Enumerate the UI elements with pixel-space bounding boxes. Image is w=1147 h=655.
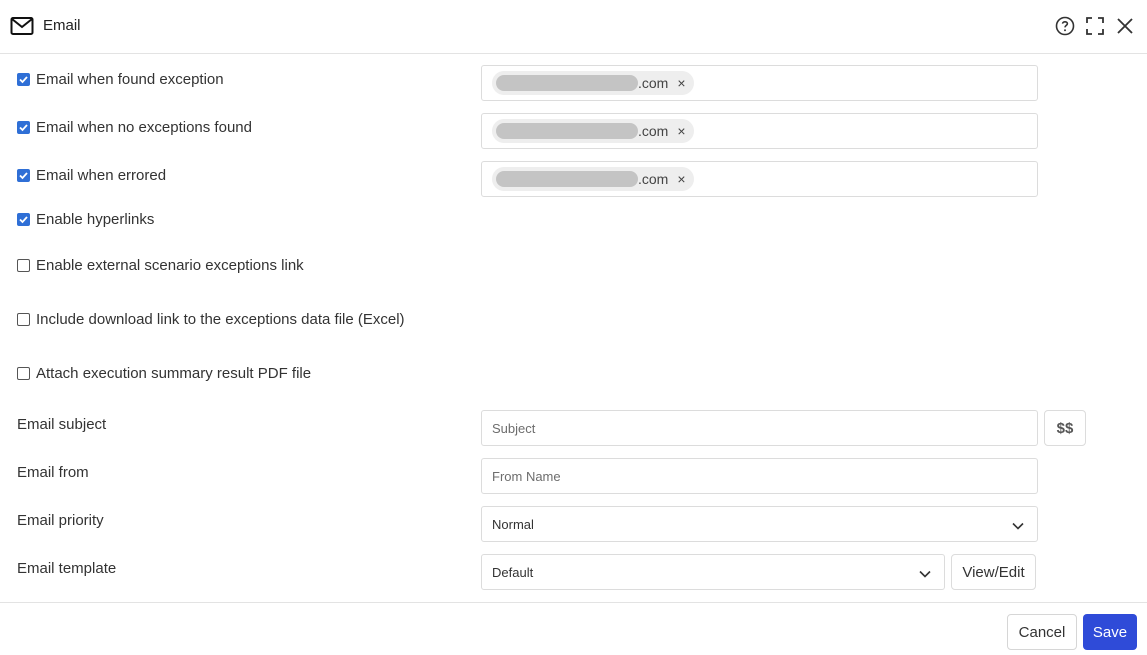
email-from-field — [481, 458, 1038, 494]
checkbox-unchecked[interactable] — [17, 313, 30, 326]
checkbox-unchecked[interactable] — [17, 367, 30, 380]
redacted-email — [496, 171, 638, 187]
recipient-chip: .com × — [492, 71, 694, 95]
redacted-email — [496, 75, 638, 91]
email-template-label: Email template — [17, 560, 117, 577]
checkbox-label: Email when errored — [36, 167, 167, 184]
chevron-down-icon — [918, 567, 932, 578]
checkbox-email-errored[interactable]: Email when errored — [17, 167, 166, 184]
checkbox-label: Enable hyperlinks — [36, 211, 155, 228]
recipient-domain: .com — [638, 171, 669, 187]
dialog-footer: Cancel Save — [0, 602, 1147, 655]
selected-value: Normal — [492, 516, 534, 532]
recipient-domain: .com — [638, 75, 669, 91]
checkbox-label: Enable external scenario exceptions link — [36, 257, 304, 274]
dialog-header: Email — [0, 0, 1147, 54]
checkbox-checked[interactable] — [17, 169, 30, 182]
checkbox-email-found-exception[interactable]: Email when found exception — [17, 71, 224, 88]
recipient-chip: .com × — [492, 167, 694, 191]
checkbox-email-no-exceptions[interactable]: Email when no exceptions found — [17, 119, 252, 136]
cancel-button[interactable]: Cancel — [1007, 614, 1077, 650]
remove-chip-icon[interactable]: × — [677, 171, 685, 187]
checkbox-external-scenario-link[interactable]: Enable external scenario exceptions link — [17, 257, 304, 274]
insert-variable-button[interactable]: $$ — [1044, 410, 1086, 446]
email-from-input[interactable] — [492, 459, 1037, 493]
selected-value: Default — [492, 564, 534, 580]
checkbox-label: Attach execution summary result PDF file — [36, 365, 312, 382]
save-button[interactable]: Save — [1083, 614, 1137, 650]
recipient-chip: .com × — [492, 119, 694, 143]
checkbox-label: Email when found exception — [36, 71, 224, 88]
view-edit-template-button[interactable]: View/Edit — [951, 554, 1036, 590]
dialog-title: Email — [43, 17, 81, 34]
email-subject-input[interactable] — [492, 411, 1037, 445]
recipient-domain: .com — [638, 123, 669, 139]
recipients-input-exception[interactable]: .com × — [481, 65, 1038, 101]
checkbox-enable-hyperlinks[interactable]: Enable hyperlinks — [17, 211, 154, 228]
email-subject-field — [481, 410, 1038, 446]
expand-icon[interactable] — [1083, 14, 1107, 38]
email-template-select[interactable]: Default — [481, 554, 945, 590]
checkbox-download-link-excel[interactable]: Include download link to the exceptions … — [17, 311, 405, 328]
close-icon[interactable] — [1113, 14, 1137, 38]
mail-icon — [10, 16, 34, 36]
recipients-input-no-exceptions[interactable]: .com × — [481, 113, 1038, 149]
checkbox-checked[interactable] — [17, 213, 30, 226]
checkbox-checked[interactable] — [17, 121, 30, 134]
redacted-email — [496, 123, 638, 139]
checkbox-label: Include download link to the exceptions … — [36, 311, 405, 328]
checkbox-unchecked[interactable] — [17, 259, 30, 272]
remove-chip-icon[interactable]: × — [677, 75, 685, 91]
email-priority-label: Email priority — [17, 512, 104, 529]
chevron-down-icon — [1011, 519, 1025, 530]
checkbox-checked[interactable] — [17, 73, 30, 86]
recipients-input-errored[interactable]: .com × — [481, 161, 1038, 197]
email-priority-select[interactable]: Normal — [481, 506, 1038, 542]
email-subject-label: Email subject — [17, 416, 107, 433]
email-from-label: Email from — [17, 464, 89, 481]
checkbox-attach-pdf[interactable]: Attach execution summary result PDF file — [17, 365, 311, 382]
help-icon[interactable] — [1053, 14, 1077, 38]
checkbox-label: Email when no exceptions found — [36, 119, 252, 136]
remove-chip-icon[interactable]: × — [677, 123, 685, 139]
